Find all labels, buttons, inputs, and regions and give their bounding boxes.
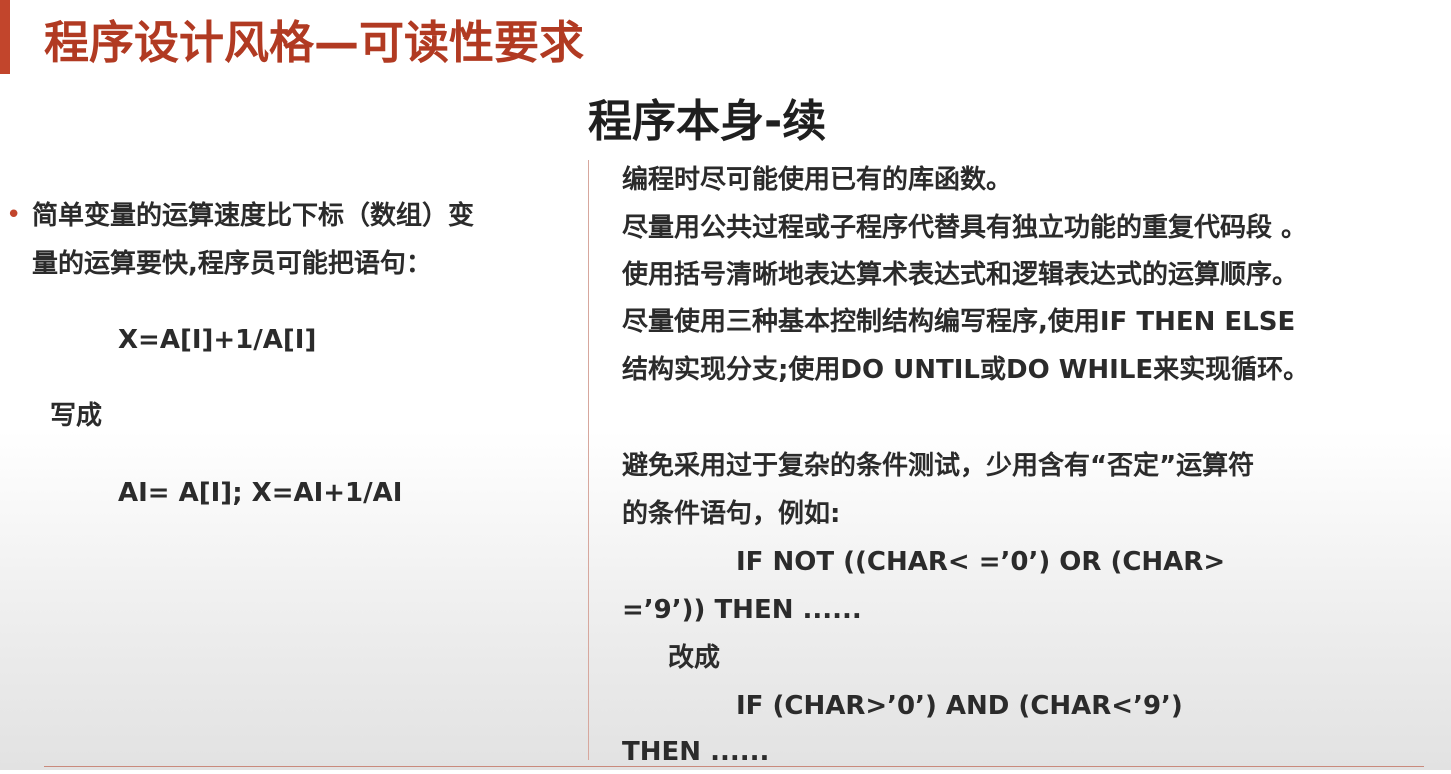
bullet-text-line-1: 简单变量的运算速度比下标（数组）变 (32, 201, 475, 231)
example-code-before-1: IF NOT ((CHAR< =’0’) OR (CHAR> (736, 547, 1226, 577)
bullet-text-line-2: 量的运算要快,程序员可能把语句： (32, 249, 432, 279)
guideline-reuse-procedures: 尽量用公共过程或子程序代替具有独立功能的重复代码段 。 (622, 213, 1308, 243)
rewrite-label: 写成 (50, 401, 103, 431)
guideline-library-functions: 编程时尽可能使用已有的库函数。 (622, 165, 1013, 195)
title-accent-bar (0, 0, 10, 74)
code-rewritten: AI= A[I]; X=AI+1/AI (118, 478, 403, 508)
bullet-icon: • (6, 200, 22, 230)
guideline-avoid-negation-2: 的条件语句，例如: (622, 499, 841, 529)
guideline-parentheses: 使用括号清晰地表达算术表达式和逻辑表达式的运算顺序。 (622, 260, 1299, 290)
guideline-control-structures-1: 尽量使用三种基本控制结构编写程序,使用IF THEN ELSE (622, 307, 1296, 337)
column-divider (588, 160, 589, 760)
code-original: X=A[I]+1/A[I] (118, 325, 317, 355)
example-code-after-1: IF (CHAR>’0’) AND (CHAR<’9’) (736, 691, 1183, 721)
section-subtitle: 程序本身-续 (588, 96, 827, 147)
example-code-before-2: =’9’)) THEN ...... (622, 595, 862, 625)
slide-title: 程序设计风格—可读性要求 (44, 16, 585, 69)
guideline-avoid-negation-1: 避免采用过于复杂的条件测试，少用含有“否定”运算符 (622, 451, 1255, 481)
guideline-control-structures-2: 结构实现分支;使用DO UNTIL或DO WHILE来实现循环。 (622, 355, 1310, 385)
example-code-after-2: THEN ...... (622, 737, 770, 767)
example-rewrite-label: 改成 (668, 643, 721, 673)
